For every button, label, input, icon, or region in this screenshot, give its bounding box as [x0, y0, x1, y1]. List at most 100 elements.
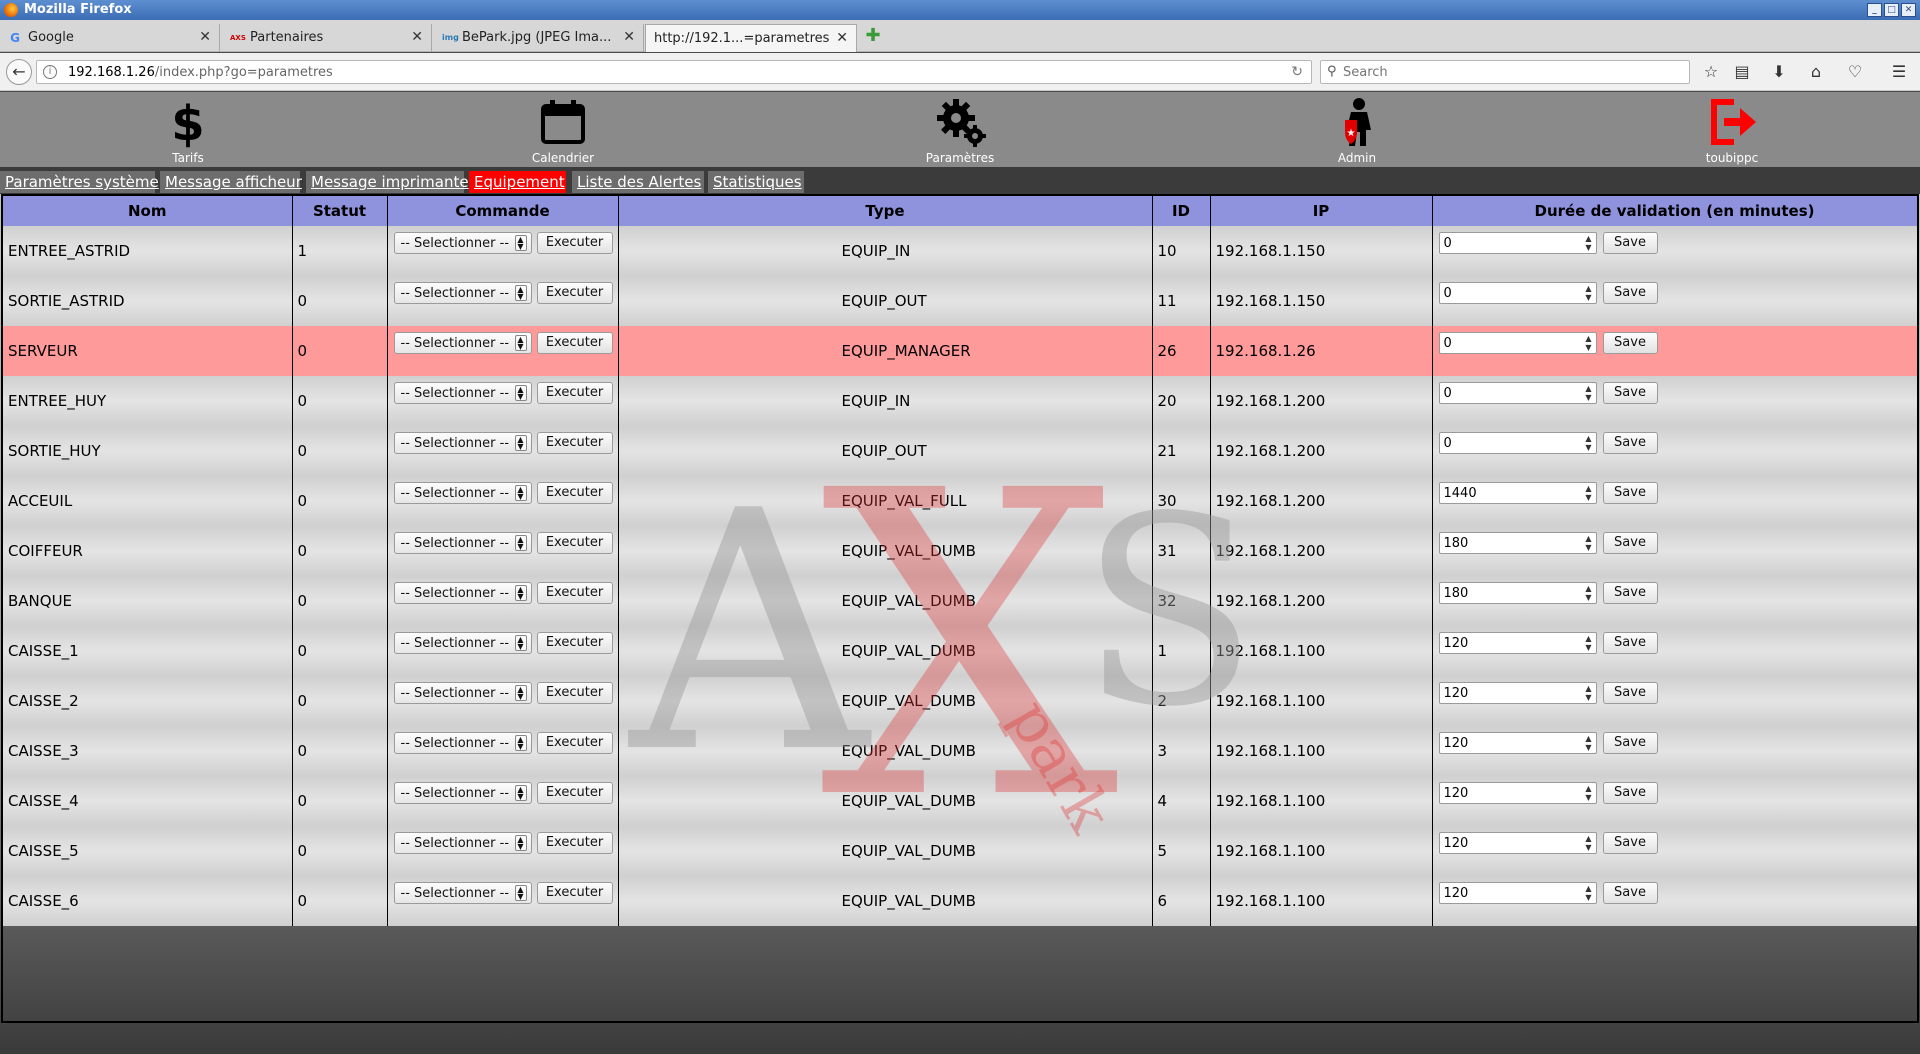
- menu-hamburger-icon[interactable]: ☰: [1888, 62, 1910, 82]
- menu-tarifs[interactable]: $ Tarifs: [128, 92, 248, 167]
- save-button[interactable]: Save: [1602, 532, 1658, 554]
- execute-button[interactable]: Executer: [536, 232, 613, 254]
- subtab-message-imprimante[interactable]: Message imprimante: [306, 171, 469, 193]
- command-select[interactable]: -- Selectionner -- ▲ ▼: [393, 882, 532, 904]
- command-select[interactable]: -- Selectionner -- ▲ ▼: [393, 232, 532, 254]
- spinner-icon[interactable]: ▲ ▼: [1585, 734, 1591, 752]
- tab-parametres[interactable]: http://192.1...=parametres ✕: [645, 24, 857, 52]
- command-select[interactable]: -- Selectionner -- ▲ ▼: [393, 332, 532, 354]
- command-select[interactable]: -- Selectionner -- ▲ ▼: [393, 782, 532, 804]
- bookmark-star-icon[interactable]: ☆: [1700, 62, 1722, 82]
- spinner-icon[interactable]: ▲ ▼: [1585, 884, 1591, 902]
- menu-calendrier[interactable]: Calendrier: [503, 92, 623, 167]
- spinner-icon[interactable]: ▲ ▼: [1585, 534, 1591, 552]
- reload-icon[interactable]: ↻: [1291, 64, 1303, 80]
- save-button[interactable]: Save: [1602, 582, 1658, 604]
- command-select[interactable]: -- Selectionner -- ▲ ▼: [393, 282, 532, 304]
- save-button[interactable]: Save: [1602, 732, 1658, 754]
- duration-input[interactable]: 0 ▲ ▼: [1438, 282, 1597, 304]
- subtab-equipement[interactable]: Equipement: [469, 171, 566, 193]
- command-select[interactable]: -- Selectionner -- ▲ ▼: [393, 832, 532, 854]
- duration-input[interactable]: 0 ▲ ▼: [1438, 332, 1597, 354]
- execute-button[interactable]: Executer: [536, 482, 613, 504]
- tab-partenaires[interactable]: AXS Partenaires ✕: [222, 24, 432, 52]
- execute-button[interactable]: Executer: [536, 282, 613, 304]
- spinner-icon[interactable]: ▲ ▼: [1585, 684, 1591, 702]
- pocket-icon[interactable]: ♡: [1844, 62, 1866, 82]
- home-icon[interactable]: ⌂: [1805, 62, 1827, 82]
- execute-button[interactable]: Executer: [536, 632, 613, 654]
- execute-button[interactable]: Executer: [536, 332, 613, 354]
- spinner-icon[interactable]: ▲ ▼: [1585, 284, 1591, 302]
- command-select[interactable]: -- Selectionner -- ▲ ▼: [393, 582, 532, 604]
- spinner-icon[interactable]: ▲ ▼: [1585, 234, 1591, 252]
- url-bar[interactable]: i 192.168.1.26/index.php?go=parametres ↻: [36, 60, 1312, 84]
- save-button[interactable]: Save: [1602, 232, 1658, 254]
- close-tab-icon[interactable]: ✕: [623, 29, 635, 45]
- command-select[interactable]: -- Selectionner -- ▲ ▼: [393, 632, 532, 654]
- command-select[interactable]: -- Selectionner -- ▲ ▼: [393, 682, 532, 704]
- subtab-message-afficheur[interactable]: Message afficheur: [160, 171, 302, 193]
- spinner-icon[interactable]: ▲ ▼: [1585, 334, 1591, 352]
- spinner-icon[interactable]: ▲ ▼: [1585, 434, 1591, 452]
- command-select[interactable]: -- Selectionner -- ▲ ▼: [393, 532, 532, 554]
- duration-input[interactable]: 180 ▲ ▼: [1438, 582, 1597, 604]
- execute-button[interactable]: Executer: [536, 882, 613, 904]
- save-button[interactable]: Save: [1602, 482, 1658, 504]
- duration-input[interactable]: 120 ▲ ▼: [1438, 632, 1597, 654]
- download-icon[interactable]: ⬇: [1768, 62, 1790, 82]
- back-button[interactable]: ←: [6, 59, 32, 85]
- duration-input[interactable]: 0 ▲ ▼: [1438, 382, 1597, 404]
- spinner-icon[interactable]: ▲ ▼: [1585, 784, 1591, 802]
- subtab-parametres-systeme[interactable]: Paramètres système: [0, 171, 159, 193]
- close-tab-icon[interactable]: ✕: [411, 29, 423, 45]
- duration-input[interactable]: 180 ▲ ▼: [1438, 532, 1597, 554]
- command-select[interactable]: -- Selectionner -- ▲ ▼: [393, 382, 532, 404]
- search-input[interactable]: [1343, 63, 1683, 81]
- spinner-icon[interactable]: ▲ ▼: [1585, 834, 1591, 852]
- menu-logout[interactable]: toubippc: [1672, 92, 1792, 167]
- save-button[interactable]: Save: [1602, 882, 1658, 904]
- info-icon[interactable]: i: [43, 65, 57, 79]
- reading-list-icon[interactable]: ▤: [1731, 62, 1753, 82]
- execute-button[interactable]: Executer: [536, 782, 613, 804]
- save-button[interactable]: Save: [1602, 282, 1658, 304]
- duration-input[interactable]: 120 ▲ ▼: [1438, 782, 1597, 804]
- execute-button[interactable]: Executer: [536, 832, 613, 854]
- save-button[interactable]: Save: [1602, 682, 1658, 704]
- spinner-icon[interactable]: ▲ ▼: [1585, 584, 1591, 602]
- duration-input[interactable]: 0 ▲ ▼: [1438, 432, 1597, 454]
- duration-input[interactable]: 0 ▲ ▼: [1438, 232, 1597, 254]
- spinner-icon[interactable]: ▲ ▼: [1585, 634, 1591, 652]
- duration-input[interactable]: 120 ▲ ▼: [1438, 682, 1597, 704]
- save-button[interactable]: Save: [1602, 432, 1658, 454]
- subtab-statistiques[interactable]: Statistiques: [708, 171, 804, 193]
- execute-button[interactable]: Executer: [536, 532, 613, 554]
- tab-bepark-image[interactable]: img BePark.jpg (JPEG Ima... ✕: [434, 24, 644, 52]
- close-tab-icon[interactable]: ✕: [836, 30, 848, 46]
- tab-google[interactable]: G Google ✕: [0, 24, 220, 52]
- search-bar[interactable]: ⚲: [1320, 60, 1690, 84]
- subtab-liste-des-alertes[interactable]: Liste des Alertes: [572, 171, 704, 193]
- command-select[interactable]: -- Selectionner -- ▲ ▼: [393, 432, 532, 454]
- minimize-button[interactable]: _: [1867, 3, 1882, 17]
- new-tab-icon[interactable]: ✚: [864, 27, 882, 45]
- save-button[interactable]: Save: [1602, 632, 1658, 654]
- duration-input[interactable]: 120 ▲ ▼: [1438, 882, 1597, 904]
- execute-button[interactable]: Executer: [536, 682, 613, 704]
- spinner-icon[interactable]: ▲ ▼: [1585, 384, 1591, 402]
- menu-parametres[interactable]: Paramètres: [900, 92, 1020, 167]
- save-button[interactable]: Save: [1602, 782, 1658, 804]
- save-button[interactable]: Save: [1602, 382, 1658, 404]
- spinner-icon[interactable]: ▲ ▼: [1585, 484, 1591, 502]
- execute-button[interactable]: Executer: [536, 432, 613, 454]
- duration-input[interactable]: 1440 ▲ ▼: [1438, 482, 1597, 504]
- command-select[interactable]: -- Selectionner -- ▲ ▼: [393, 482, 532, 504]
- maximize-button[interactable]: □: [1884, 3, 1899, 17]
- duration-input[interactable]: 120 ▲ ▼: [1438, 732, 1597, 754]
- execute-button[interactable]: Executer: [536, 382, 613, 404]
- save-button[interactable]: Save: [1602, 332, 1658, 354]
- duration-input[interactable]: 120 ▲ ▼: [1438, 832, 1597, 854]
- command-select[interactable]: -- Selectionner -- ▲ ▼: [393, 732, 532, 754]
- execute-button[interactable]: Executer: [536, 582, 613, 604]
